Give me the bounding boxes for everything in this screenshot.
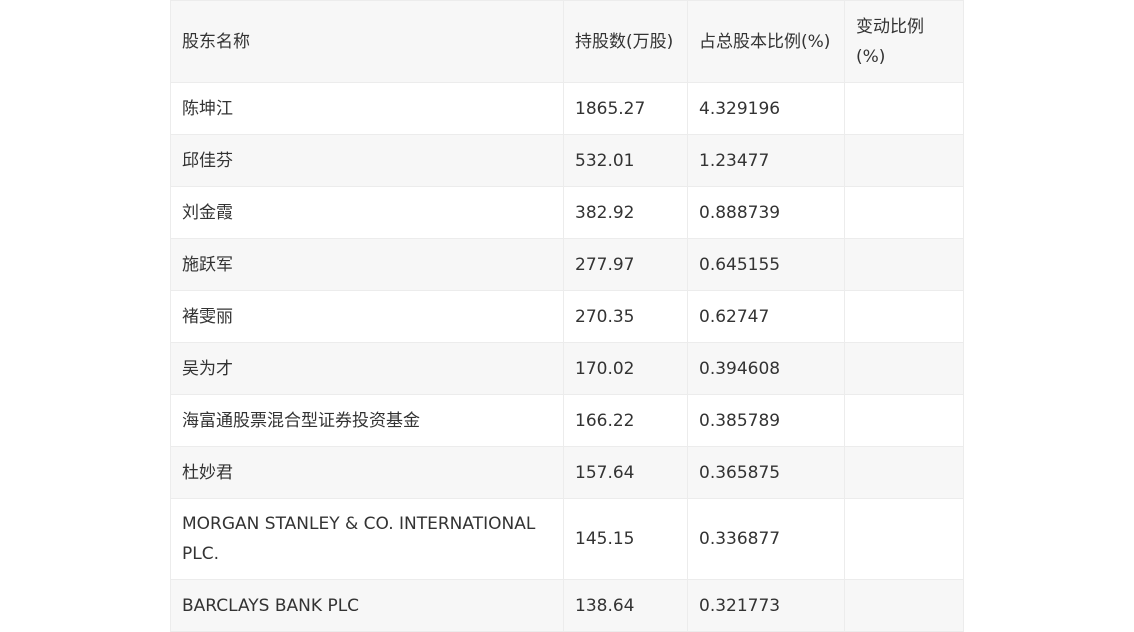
cell-name: BARCLAYS BANK PLC [170, 579, 564, 632]
cell-ratio: 1.23477 [687, 134, 845, 187]
cell-name: MORGAN STANLEY & CO. INTERNATIONAL PLC. [170, 498, 564, 580]
table-row: 吴为才 170.02 0.394608 [170, 342, 964, 395]
table-row: 邱佳芬 532.01 1.23477 [170, 134, 964, 187]
table-row: 刘金霞 382.92 0.888739 [170, 186, 964, 239]
cell-change [844, 342, 964, 395]
cell-change [844, 290, 964, 343]
cell-ratio: 0.385789 [687, 394, 845, 447]
table-header: 股东名称 持股数(万股) 占总股本比例(%) 变动比例(%) [170, 0, 964, 83]
table-row: BARCLAYS BANK PLC 138.64 0.321773 [170, 579, 964, 632]
cell-ratio: 0.365875 [687, 446, 845, 499]
table-row: MORGAN STANLEY & CO. INTERNATIONAL PLC. … [170, 498, 964, 580]
cell-shares: 170.02 [563, 342, 688, 395]
header-shares: 持股数(万股) [563, 0, 688, 83]
cell-change [844, 394, 964, 447]
cell-shares: 157.64 [563, 446, 688, 499]
table-body: 陈坤江 1865.27 4.329196 邱佳芬 532.01 1.23477 … [170, 82, 964, 632]
cell-shares: 270.35 [563, 290, 688, 343]
table-row: 施跃军 277.97 0.645155 [170, 238, 964, 291]
cell-name: 陈坤江 [170, 82, 564, 135]
cell-shares: 145.15 [563, 498, 688, 580]
cell-change [844, 498, 964, 580]
shareholder-table: 股东名称 持股数(万股) 占总股本比例(%) 变动比例(%) 陈坤江 1865.… [170, 0, 964, 632]
cell-name: 施跃军 [170, 238, 564, 291]
cell-shares: 532.01 [563, 134, 688, 187]
header-change-ratio: 变动比例(%) [844, 0, 964, 83]
cell-ratio: 0.321773 [687, 579, 845, 632]
cell-ratio: 0.62747 [687, 290, 845, 343]
cell-change [844, 82, 964, 135]
cell-name: 褚雯丽 [170, 290, 564, 343]
cell-change [844, 579, 964, 632]
cell-shares: 166.22 [563, 394, 688, 447]
cell-shares: 382.92 [563, 186, 688, 239]
cell-name: 海富通股票混合型证券投资基金 [170, 394, 564, 447]
cell-name: 杜妙君 [170, 446, 564, 499]
cell-change [844, 186, 964, 239]
cell-change [844, 446, 964, 499]
table-row: 陈坤江 1865.27 4.329196 [170, 82, 964, 135]
cell-shares: 277.97 [563, 238, 688, 291]
cell-name: 邱佳芬 [170, 134, 564, 187]
cell-ratio: 4.329196 [687, 82, 845, 135]
cell-ratio: 0.645155 [687, 238, 845, 291]
cell-change [844, 238, 964, 291]
cell-shares: 138.64 [563, 579, 688, 632]
shareholder-table-container: 股东名称 持股数(万股) 占总股本比例(%) 变动比例(%) 陈坤江 1865.… [170, 0, 964, 632]
cell-name: 吴为才 [170, 342, 564, 395]
header-row: 股东名称 持股数(万股) 占总股本比例(%) 变动比例(%) [170, 0, 964, 83]
cell-ratio: 0.888739 [687, 186, 845, 239]
header-share-ratio: 占总股本比例(%) [687, 0, 845, 83]
cell-name: 刘金霞 [170, 186, 564, 239]
table-row: 杜妙君 157.64 0.365875 [170, 446, 964, 499]
cell-shares: 1865.27 [563, 82, 688, 135]
table-row: 海富通股票混合型证券投资基金 166.22 0.385789 [170, 394, 964, 447]
header-shareholder-name: 股东名称 [170, 0, 564, 83]
cell-ratio: 0.394608 [687, 342, 845, 395]
cell-ratio: 0.336877 [687, 498, 845, 580]
cell-change [844, 134, 964, 187]
table-row: 褚雯丽 270.35 0.62747 [170, 290, 964, 343]
